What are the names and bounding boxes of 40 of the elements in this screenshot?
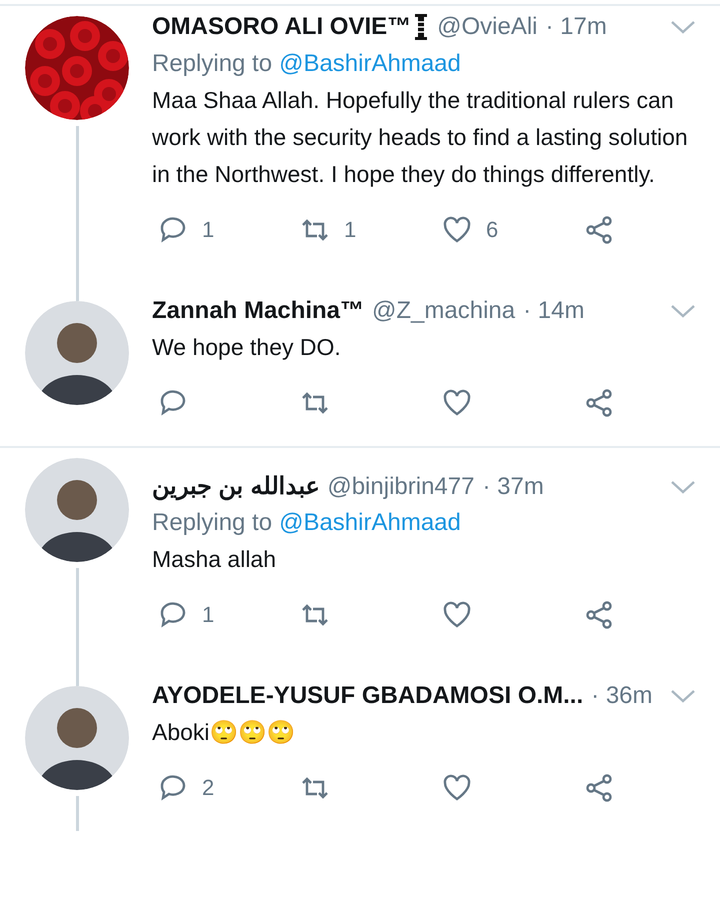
retweet-count: 1 [344, 217, 356, 243]
user-handle[interactable]: @binjibrin477 [327, 472, 474, 500]
reply-icon[interactable] [158, 215, 188, 245]
tweet-text: Masha allah [152, 545, 276, 574]
reply-count: 2 [202, 775, 214, 801]
user-handle[interactable]: @Z_machina [372, 297, 516, 325]
user-name: OMASORO ALI OVIE™ [152, 13, 412, 41]
share-icon[interactable] [584, 773, 614, 803]
share-icon[interactable] [584, 388, 614, 418]
replying-label: Replying to [152, 509, 272, 536]
heart-icon[interactable] [442, 215, 472, 245]
tweet-text: We hope they DO. [152, 333, 341, 362]
heart-icon[interactable] [442, 600, 472, 630]
timestamp: · 17m [546, 13, 607, 41]
reply-icon[interactable] [158, 773, 188, 803]
share-icon[interactable] [584, 600, 614, 630]
user-name: Zannah Machina™ [152, 297, 364, 325]
like-count: 6 [486, 217, 498, 243]
heart-icon[interactable] [442, 388, 472, 418]
user-name: AYODELE-YUSUF GBADAMOSI O.M... [152, 682, 584, 710]
mention-link[interactable]: @BashirAhmaad [279, 509, 461, 536]
replying-label: Replying to [152, 50, 272, 77]
timestamp: · 37m [482, 472, 544, 500]
timestamp: · 36m [591, 682, 653, 710]
tweet-text: Aboki🙄🙄🙄 [152, 718, 296, 747]
chevron-down-icon [670, 478, 696, 494]
user-handle[interactable]: @OvieAli [437, 13, 538, 41]
mention-link[interactable]: @BashirAhmaad [279, 50, 461, 77]
reply-count: 1 [202, 217, 214, 243]
chevron-down-icon [670, 688, 696, 704]
chevron-down-icon [670, 19, 696, 35]
reply-icon[interactable] [158, 388, 188, 418]
reply-icon[interactable] [158, 600, 188, 630]
heart-icon[interactable] [442, 773, 472, 803]
timestamp: · 14m [523, 297, 584, 325]
tweet-text: Maa Shaa Allah. Hopefully the traditional rulers can work with the security heads to find a lasting solution in the Northwest. I hope they do things differently. [152, 86, 689, 189]
user-name: عبدالله بن جبرين [152, 472, 320, 501]
chevron-down-icon [670, 303, 696, 319]
share-icon[interactable] [584, 215, 614, 245]
reply-count: 1 [202, 602, 214, 628]
